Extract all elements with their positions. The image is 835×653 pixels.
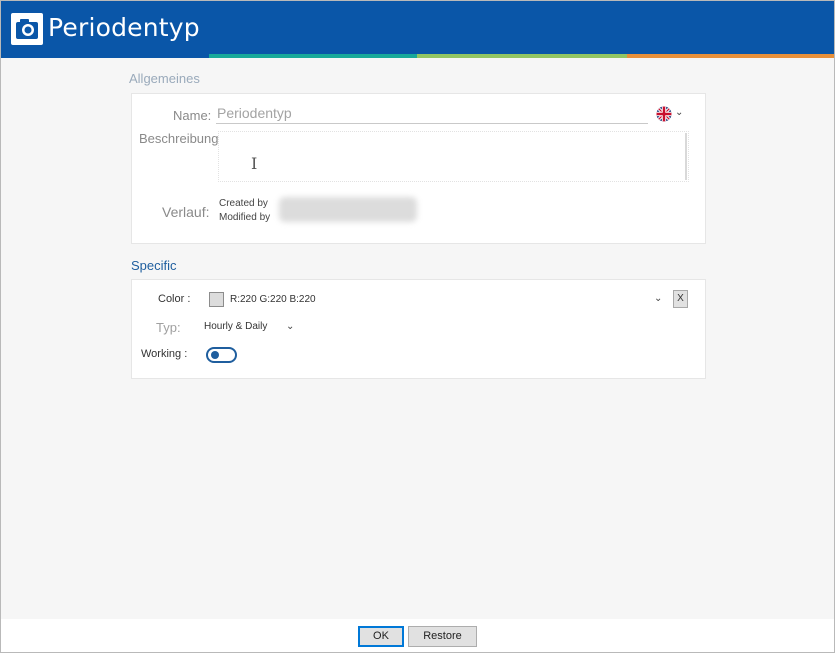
toggle-knob: [211, 351, 219, 359]
clear-color-button[interactable]: X: [673, 290, 688, 308]
color-value: R:220 G:220 B:220: [230, 294, 316, 305]
working-label: Working :: [141, 348, 188, 360]
color-label: Color :: [158, 293, 191, 305]
specific-card: Color : R:220 G:220 B:220 ⌄ X Typ: Hourl…: [131, 279, 706, 379]
working-toggle[interactable]: [206, 347, 237, 363]
accent-bar-teal: [209, 54, 417, 58]
color-swatch[interactable]: [209, 292, 224, 307]
section-title-specific: Specific: [131, 258, 177, 273]
window-title: Periodentyp: [48, 13, 200, 42]
chevron-down-icon[interactable]: ⌄: [654, 293, 662, 304]
typ-value: Hourly & Daily: [204, 321, 268, 332]
general-card: Name: ⌄ Beschreibung: I Verlauf: Created…: [131, 93, 706, 244]
chevron-down-icon: ⌄: [286, 321, 295, 332]
modified-by-label: Modified by: [219, 212, 271, 223]
name-label: Name:: [173, 108, 212, 123]
history-info: Created by Modified by: [219, 197, 270, 225]
created-by-label: Created by: [219, 198, 268, 209]
typ-select[interactable]: Hourly & Daily ⌄: [204, 320, 299, 336]
accent-bar-green: [417, 54, 627, 58]
name-input[interactable]: [216, 103, 648, 124]
section-title-general: Allgemeines: [129, 71, 200, 86]
uk-flag-icon: [656, 106, 672, 122]
ok-button[interactable]: OK: [358, 626, 404, 647]
redacted-history-values: [279, 197, 417, 222]
text-cursor-icon: I: [251, 154, 258, 173]
description-scrollbar[interactable]: [685, 133, 687, 180]
accent-bar-orange: [627, 54, 834, 58]
camera-app-icon: [11, 13, 43, 45]
typ-label: Typ:: [156, 320, 181, 335]
description-textarea[interactable]: [218, 131, 689, 182]
footer-bar: OK Restore: [1, 619, 834, 652]
description-label: Beschreibung:: [139, 131, 223, 146]
language-select[interactable]: ⌄: [654, 105, 686, 123]
restore-button[interactable]: Restore: [408, 626, 477, 647]
dialog-window: Periodentyp Allgemeines Name: ⌄ Beschrei…: [0, 0, 835, 653]
chevron-down-icon: ⌄: [675, 107, 684, 118]
history-label: Verlauf:: [162, 204, 210, 220]
accent-bar-blue: [1, 54, 209, 58]
title-bar: Periodentyp: [1, 1, 834, 55]
